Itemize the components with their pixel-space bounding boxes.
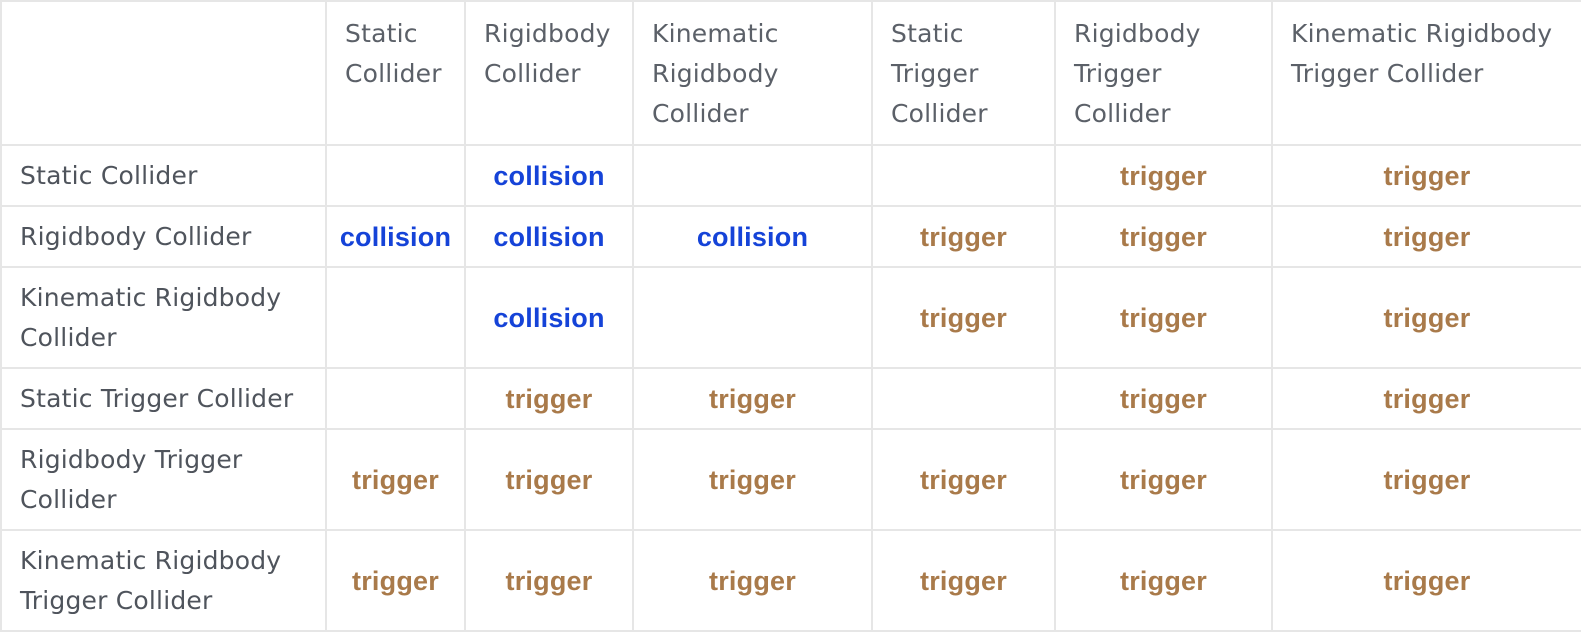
column-header: Static Collider	[325, 0, 466, 146]
column-header: Kinematic Rigidbody Trigger Collider	[1271, 0, 1581, 146]
matrix-cell: trigger	[325, 428, 466, 531]
column-header: Static Trigger Collider	[871, 0, 1056, 146]
matrix-cell: trigger	[632, 529, 873, 632]
row-header: Rigidbody Collider	[0, 205, 327, 268]
row-header: Kinematic Rigidbody Collider	[0, 266, 327, 369]
matrix-cell: collision	[632, 205, 873, 268]
table-row: Static Trigger Collider trigger trigger …	[0, 367, 1581, 430]
matrix-cell: trigger	[464, 529, 634, 632]
table-row: Kinematic Rigidbody Trigger Collider tri…	[0, 529, 1581, 632]
row-header: Static Collider	[0, 144, 327, 207]
matrix-cell: collision	[464, 266, 634, 369]
matrix-cell: trigger	[464, 428, 634, 531]
column-header: Kinematic Rigidbody Collider	[632, 0, 873, 146]
matrix-cell	[871, 367, 1056, 430]
matrix-cell	[871, 144, 1056, 207]
matrix-cell	[325, 266, 466, 369]
matrix-cell: trigger	[1271, 205, 1581, 268]
matrix-cell: collision	[464, 205, 634, 268]
matrix-cell: trigger	[1054, 529, 1273, 632]
matrix-cell	[632, 144, 873, 207]
matrix-cell	[632, 266, 873, 369]
matrix-cell: trigger	[1271, 266, 1581, 369]
table-row: Kinematic Rigidbody Collider collision t…	[0, 266, 1581, 369]
matrix-cell: trigger	[1054, 266, 1273, 369]
matrix-cell: trigger	[871, 428, 1056, 531]
matrix-cell: trigger	[871, 205, 1056, 268]
row-header: Kinematic Rigidbody Trigger Collider	[0, 529, 327, 632]
table-row: Static Collider collision trigger trigge…	[0, 144, 1581, 207]
matrix-cell: trigger	[1271, 529, 1581, 632]
matrix-cell: trigger	[632, 428, 873, 531]
matrix-cell: collision	[325, 205, 466, 268]
matrix-cell: trigger	[1054, 428, 1273, 531]
row-header: Rigidbody Trigger Collider	[0, 428, 327, 531]
table-row: Rigidbody Collider collision collision c…	[0, 205, 1581, 268]
matrix-cell: trigger	[1054, 367, 1273, 430]
matrix-cell: trigger	[464, 367, 634, 430]
matrix-cell: trigger	[871, 529, 1056, 632]
table-row: Rigidbody Trigger Collider trigger trigg…	[0, 428, 1581, 531]
column-header: Rigidbody Collider	[464, 0, 634, 146]
row-header: Static Trigger Collider	[0, 367, 327, 430]
collision-matrix-table: Static Collider Rigidbody Collider Kinem…	[0, 0, 1581, 632]
matrix-cell: trigger	[632, 367, 873, 430]
matrix-cell: trigger	[1054, 144, 1273, 207]
matrix-cell	[325, 367, 466, 430]
matrix-cell: trigger	[1271, 144, 1581, 207]
matrix-cell: trigger	[325, 529, 466, 632]
matrix-cell	[325, 144, 466, 207]
matrix-cell: trigger	[1271, 428, 1581, 531]
matrix-cell: trigger	[1054, 205, 1273, 268]
matrix-cell: trigger	[1271, 367, 1581, 430]
corner-cell	[0, 0, 327, 146]
column-header: Rigidbody Trigger Collider	[1054, 0, 1273, 146]
header-row: Static Collider Rigidbody Collider Kinem…	[0, 0, 1581, 146]
matrix-cell: collision	[464, 144, 634, 207]
matrix-cell: trigger	[871, 266, 1056, 369]
